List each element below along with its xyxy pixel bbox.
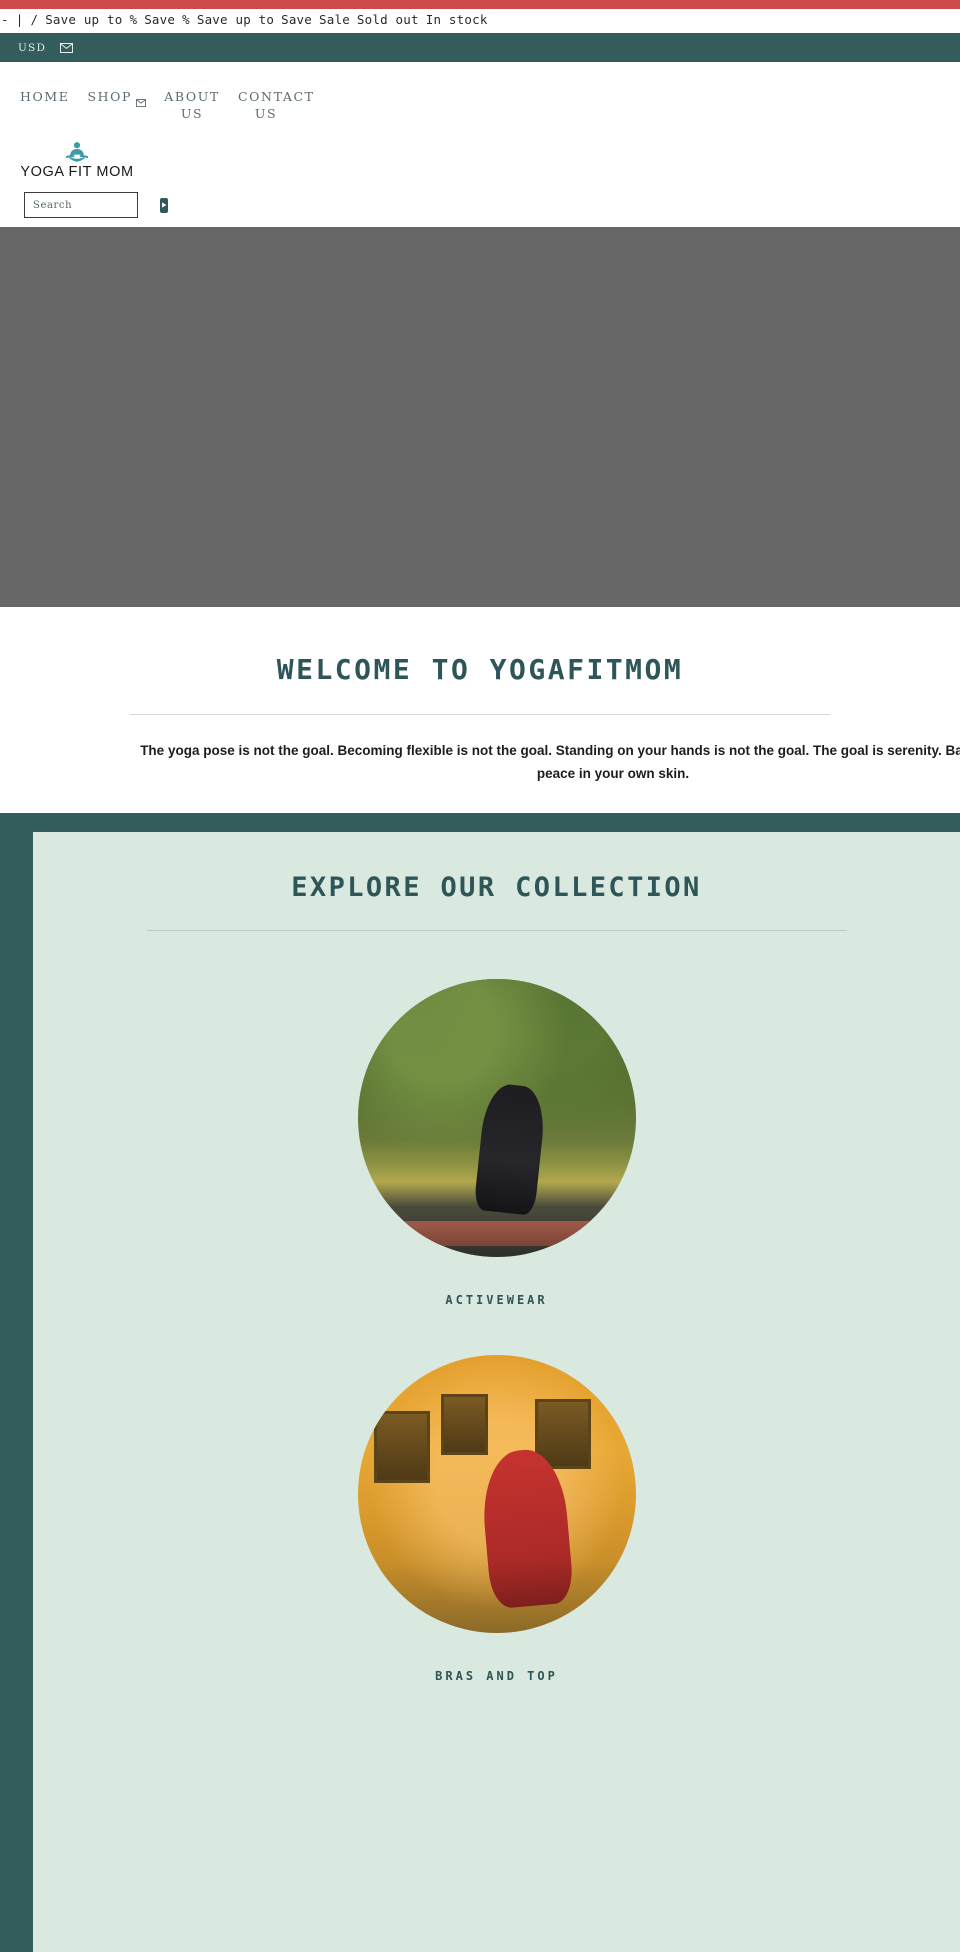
site-header: HOME SHOP ABOUT US CONTACT US YOGA FIT M… bbox=[0, 62, 960, 227]
welcome-section: WELCOME TO YOGAFITMOM The yoga pose is n… bbox=[0, 607, 960, 813]
welcome-title: WELCOME TO YOGAFITMOM bbox=[276, 653, 684, 686]
nav-label: SHOP bbox=[87, 89, 133, 104]
nav-label: HOME bbox=[20, 89, 70, 104]
announcement-item: Sale bbox=[319, 12, 350, 27]
play-arrow-icon bbox=[160, 201, 168, 209]
decor-frame bbox=[535, 1399, 591, 1469]
nav-label-second: US bbox=[180, 106, 204, 121]
collection-title: EXPLORE OUR COLLECTION bbox=[291, 872, 702, 903]
nav-item-shop[interactable]: SHOP bbox=[87, 88, 146, 107]
announcement-item: / bbox=[30, 12, 39, 27]
category-card-bras-and-top[interactable]: BRAS AND TOP bbox=[33, 1355, 960, 1683]
collection-section: EXPLORE OUR COLLECTION ACTIVEWEAR BRAS A… bbox=[0, 813, 960, 1952]
nav-label: CONTACT bbox=[238, 89, 315, 104]
category-label-bras-and-top: BRAS AND TOP bbox=[435, 1669, 558, 1683]
hero-banner bbox=[0, 227, 960, 607]
search-submit-button[interactable] bbox=[160, 197, 168, 213]
nav-item-contact-us[interactable]: CONTACT US bbox=[238, 88, 315, 122]
currency-selector[interactable]: USD bbox=[18, 42, 46, 54]
search-form bbox=[24, 192, 168, 218]
utility-bar: USD bbox=[0, 33, 960, 62]
nav-item-home[interactable]: HOME bbox=[20, 88, 69, 105]
announcement-item: Save bbox=[144, 12, 176, 27]
category-image-activewear[interactable] bbox=[357, 979, 636, 1257]
nav-item-about-us[interactable]: ABOUT US bbox=[164, 88, 220, 122]
decor-frame bbox=[440, 1393, 489, 1456]
announcement-item: % bbox=[182, 12, 190, 27]
search-input[interactable] bbox=[25, 193, 160, 217]
announcement-item: Save bbox=[281, 12, 313, 27]
welcome-divider bbox=[130, 714, 830, 715]
announcement-item: Save up to bbox=[45, 12, 123, 27]
category-label-activewear: ACTIVEWEAR bbox=[445, 1293, 548, 1307]
category-card-activewear[interactable]: ACTIVEWEAR bbox=[33, 979, 960, 1307]
announcement-item: In stock bbox=[425, 12, 488, 27]
category-image-bras-and-top[interactable] bbox=[357, 1355, 636, 1633]
announcement-item: % bbox=[129, 12, 138, 27]
announcement-item: - bbox=[1, 12, 9, 27]
announcement-item: Sold out bbox=[356, 12, 419, 27]
nav-cell-about-us: ABOUT US bbox=[155, 88, 229, 122]
brand-name: YOGA FIT MOM bbox=[20, 164, 134, 180]
announcement-item: | bbox=[15, 12, 24, 27]
bras-and-top-photo bbox=[357, 1355, 636, 1633]
collection-panel: EXPLORE OUR COLLECTION ACTIVEWEAR BRAS A… bbox=[33, 832, 960, 1952]
nav-cell-contact-us: CONTACT US bbox=[229, 88, 315, 122]
chevron-down-icon[interactable] bbox=[136, 94, 146, 107]
welcome-body-text: The yoga pose is not the goal. Becoming … bbox=[140, 743, 960, 781]
announcement-item: Save up to bbox=[196, 12, 275, 27]
collection-divider bbox=[146, 930, 847, 931]
nav-cell-home: HOME bbox=[11, 88, 78, 105]
nav-cell-shop: SHOP bbox=[78, 88, 155, 107]
mail-icon[interactable] bbox=[60, 42, 74, 53]
meditating-person-icon bbox=[14, 141, 140, 163]
top-accent-strip bbox=[0, 0, 960, 9]
activewear-photo bbox=[357, 979, 636, 1257]
brand-logo[interactable]: YOGA FIT MOM bbox=[0, 141, 140, 180]
decor-frame bbox=[374, 1410, 430, 1483]
announcement-bar: - | / Save up to% Save% Save up to Save Sale Sol… bbox=[0, 9, 960, 33]
nav-label-second: US bbox=[254, 106, 278, 121]
nav-label: ABOUT bbox=[164, 89, 220, 104]
announcement-text: - | / Save up to% Save% Save up to Save Sale Sol… bbox=[0, 11, 960, 29]
main-navigation: HOME SHOP ABOUT US CONTACT US bbox=[0, 88, 960, 122]
